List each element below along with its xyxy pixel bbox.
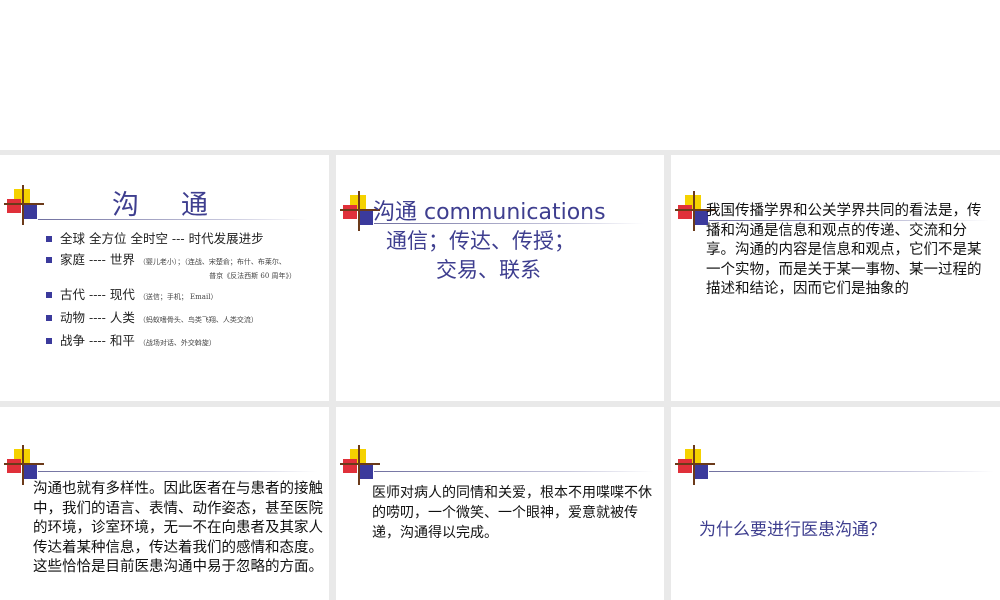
slide-thumbnail-3[interactable]: 我国传播学界和公关学界共同的看法是，传播和沟通是信息和观点的传递、交流和分享。沟…: [671, 155, 1000, 401]
item-main: 全球 全方位 全时空 --- 时代发展进步: [60, 231, 264, 246]
slide-thumbnail-5[interactable]: 医师对病人的同情和关爱，根本不用喋喋不休的唠叨，一个微笑、一个眼神，爱意就被传递…: [336, 407, 664, 600]
slide-thumbnail-2[interactable]: 沟通 communications 通信；传达、传授； 交易、联系: [336, 155, 664, 401]
definition-line: 交易、联系: [436, 258, 541, 282]
bullet-icon: [46, 257, 52, 263]
list-item: 战争 ---- 和平 （战场对话、外交斡旋）: [46, 333, 326, 351]
bullet-icon: [46, 292, 52, 298]
item-note: （婴儿老小）；（连战、宋楚俞；布什、布莱尔、: [138, 258, 286, 266]
item-sub-note: 普京《反法西斯 60 周年》）: [209, 272, 296, 280]
slide-question: 为什么要进行医患沟通？: [699, 520, 886, 540]
item-note: （蚂蚁嗜骨头、鸟类飞翔、人类交流）: [138, 316, 258, 324]
item-main: 家庭 ---- 世界: [60, 252, 135, 267]
slide-thumbnail-4[interactable]: 沟通也就有多样性。因此医者在与患者的接触中，我们的语言、表情、动作姿态，甚至医院…: [0, 407, 329, 600]
list-item: 全球 全方位 全时空 --- 时代发展进步: [46, 231, 326, 247]
slide-body-text: 我国传播学界和公关学界共同的看法是，传播和沟通是信息和观点的传递、交流和分享。沟…: [706, 203, 982, 297]
list-item: 家庭 ---- 世界 （婴儿老小）；（连战、宋楚俞；布什、布莱尔、 普京《反法西…: [46, 252, 326, 282]
slide-thumbnail-6[interactable]: 为什么要进行医患沟通？: [671, 407, 1000, 600]
bullet-icon: [46, 236, 52, 242]
title-rule: [374, 471, 654, 472]
item-main: 古代 ---- 现代: [60, 287, 135, 302]
item-note: （战场对话、外交斡旋）: [138, 339, 216, 347]
bullet-icon: [46, 315, 52, 321]
list-item: 古代 ---- 现代 （送信；手机； Email）: [46, 287, 326, 305]
slide-body-text: 沟通也就有多样性。因此医者在与患者的接触中，我们的语言、表情、动作姿态，甚至医院…: [33, 481, 323, 575]
slide-thumbnail-1[interactable]: 沟通 全球 全方位 全时空 --- 时代发展进步 家庭 ---- 世界 （婴儿老…: [0, 155, 329, 401]
title-rule: [709, 471, 994, 472]
slide-logo-icon: [4, 445, 44, 485]
slide-body-text: 医师对病人的同情和关爱，根本不用喋喋不休的唠叨，一个微笑、一个眼神，爱意就被传递…: [372, 485, 652, 541]
definition-line: 通信；传达、传授；: [386, 229, 575, 253]
bullet-icon: [46, 338, 52, 344]
item-main: 动物 ---- 人类: [60, 310, 135, 325]
slide-logo-icon: [340, 445, 380, 485]
top-blank-area: [0, 0, 1000, 150]
slide-logo-icon: [675, 445, 715, 485]
slide-title: 沟通 communications: [373, 200, 606, 225]
slide-title: 沟通: [112, 190, 250, 221]
title-rule: [38, 471, 318, 472]
item-note: （送信；手机； Email）: [138, 293, 218, 301]
bullet-list: 全球 全方位 全时空 --- 时代发展进步 家庭 ---- 世界 （婴儿老小）；…: [46, 231, 326, 356]
item-main: 战争 ---- 和平: [60, 333, 135, 348]
list-item: 动物 ---- 人类 （蚂蚁嗜骨头、鸟类飞翔、人类交流）: [46, 310, 326, 328]
